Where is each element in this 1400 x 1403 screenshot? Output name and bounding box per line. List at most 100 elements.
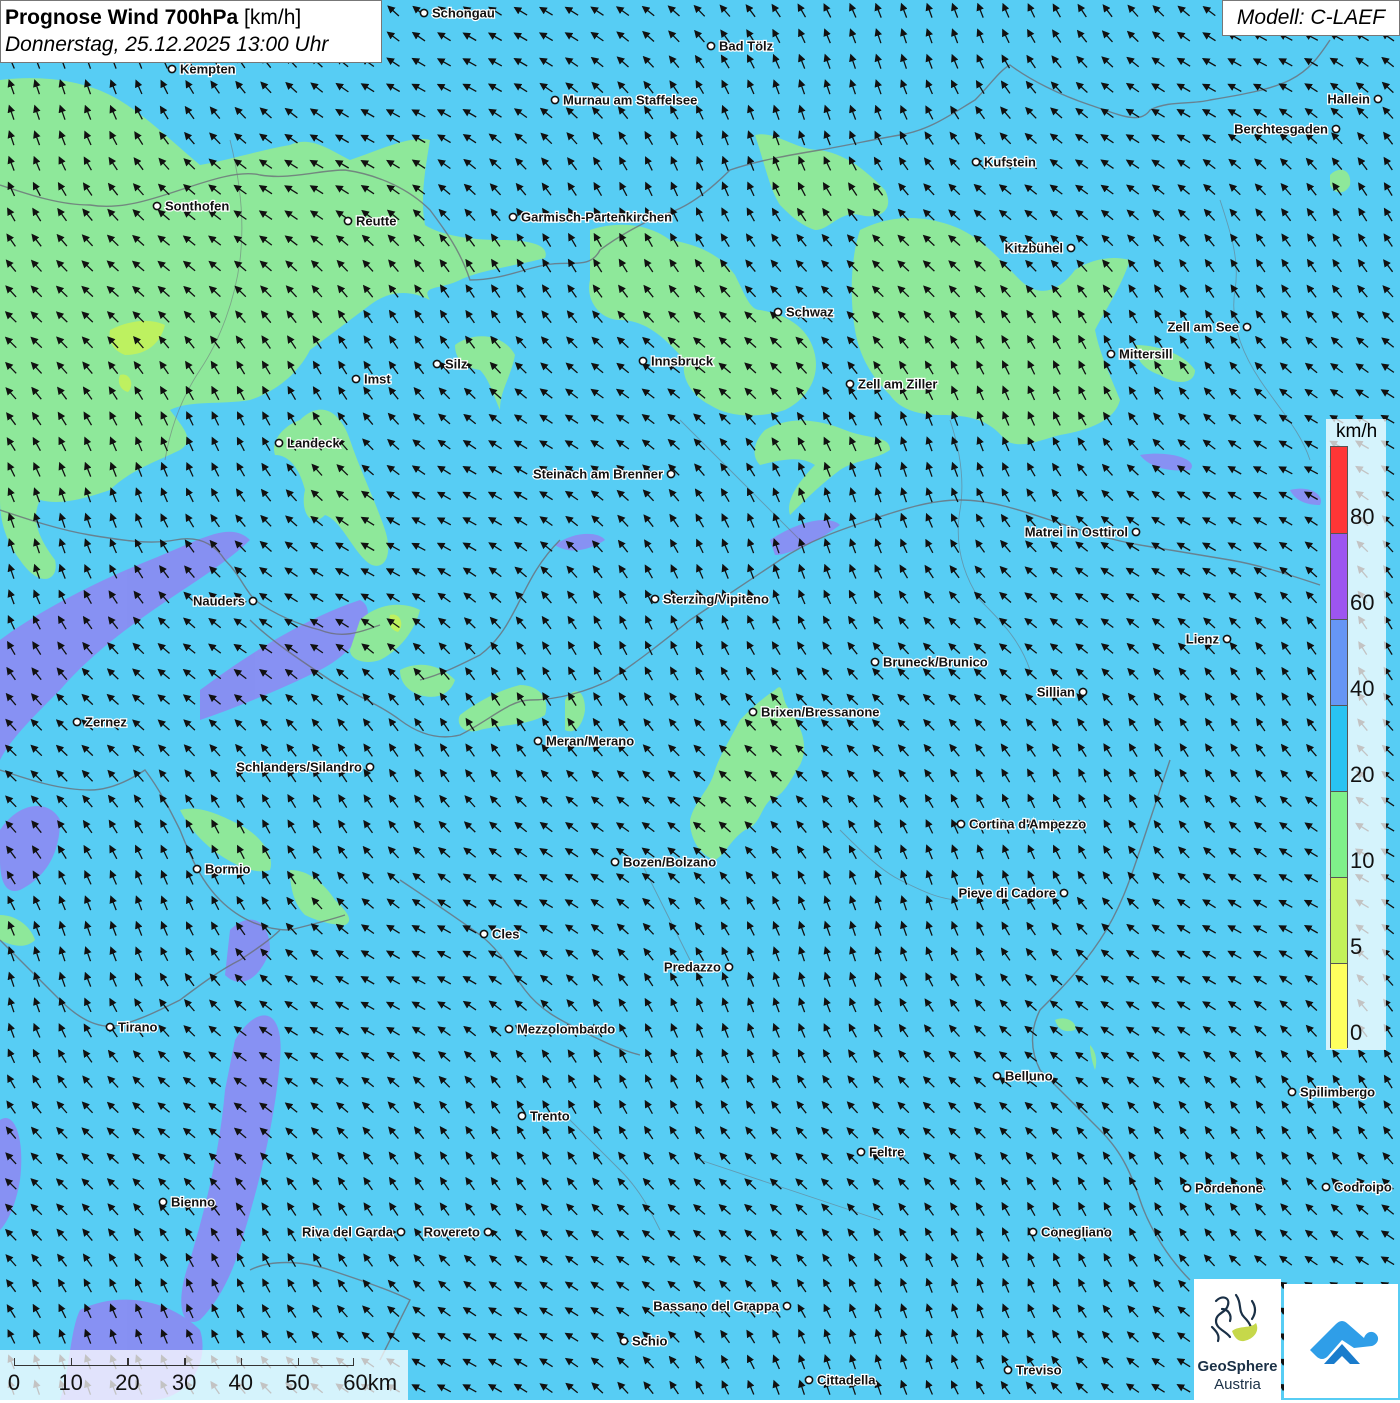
place-zell-am-ziller: Zell am Ziller [845,375,939,393]
place-dot [650,594,660,604]
place-label: Innsbruck [651,354,714,369]
place-label: Steinach am Brenner [533,467,663,482]
legend-unit: km/h [1336,421,1378,442]
place-dot [432,359,442,369]
place-dot [706,41,716,51]
place-garmisch-partenkirchen: Garmisch-Partenkirchen [508,208,673,226]
model-label: Modell: C-LAEF [1222,0,1400,36]
place-dot [619,1336,629,1346]
place-dot [192,864,202,874]
place-label: Nauders [193,594,245,609]
forecast-datetime: Donnerstag, 25.12.2025 13:00 Uhr [5,33,329,56]
place-pordenone: Pordenone [1182,1179,1264,1197]
color-legend: km/h 80 60 40 20 10 5 0 [1326,419,1386,1050]
place-dot [365,762,375,772]
geosphere-name: GeoSphere [1197,1358,1278,1375]
place-dot [274,438,284,448]
place-schongau: Schongau [419,4,496,22]
place-label: Brixen/Bressanone [761,705,880,720]
title-box: Prognose Wind 700hPa [km/h] Donnerstag, … [0,0,382,63]
place-label: Lienz [1186,632,1220,647]
place-label: Feltre [869,1145,904,1160]
place-steinach-am-brenner: Steinach am Brenner [532,465,676,483]
scale-label: 40 [228,1370,254,1395]
place-zell-am-see: Zell am See [1166,318,1252,336]
place-sonthofen: Sonthofen [152,197,231,215]
legend-color-bar [1330,446,1348,1049]
place-dot [1106,349,1116,359]
place-dot [158,1197,168,1207]
place-dot [1059,888,1069,898]
place-label: Sterzing/Vipiteno [663,592,769,607]
legend-class-5 [1331,877,1347,963]
wind-map[interactable]: Schongau Bad Tölz Kempten Murnau am Staffel… [0,0,1400,1400]
place-dot [1182,1183,1192,1193]
place-dot [508,212,518,222]
place-mezzolombardo: Mezzolombardo [504,1020,616,1038]
legend-class-10 [1331,791,1347,877]
place-dot [152,201,162,211]
place-dot [504,1024,514,1034]
place-label: Pordenone [1195,1181,1263,1196]
place-label: Zell am See [1167,320,1239,335]
scale-tick [240,1358,243,1366]
place-label: Imst [364,372,391,387]
scale-tick [70,1358,73,1366]
legend-class-0 [1331,963,1347,1049]
place-label: Schio [632,1334,667,1349]
geosphere-mark-icon [1210,1293,1258,1343]
place-label: Pieve di Cadore [958,886,1056,901]
scale-label: 0 [7,1370,21,1395]
place-dot [992,1071,1002,1081]
place-dot [483,1227,493,1237]
scale-label: 30 [171,1370,197,1395]
place-label: Schongau [432,6,495,21]
legend-label: 5 [1350,934,1363,959]
place-dot [1222,634,1232,644]
place-dot [479,929,489,939]
legend-class-20 [1331,705,1347,791]
place-dot [105,1022,115,1032]
place-dot [1331,124,1341,134]
scale-label: 20 [115,1370,140,1395]
place-label: Schlanders/Silandro [236,760,362,775]
place-murnau-am-staffelsee: Murnau am Staffelsee [550,91,699,109]
place-dot [1373,94,1383,104]
place-label: Belluno [1005,1069,1053,1084]
place-dot [856,1147,866,1157]
legend-class-40 [1331,619,1347,705]
weather-app-logo[interactable] [1284,1284,1398,1398]
place-label: Cortina d'Ampezzo [969,817,1086,832]
place-dot [1078,687,1088,697]
place-label: Hallein [1327,92,1370,107]
place-label: Spilimbergo [1300,1085,1375,1100]
place-label: Sillian [1037,685,1075,700]
place-label: Landeck [287,436,341,451]
place-berchtesgaden: Berchtesgaden [1233,120,1341,138]
place-dot [724,962,734,972]
map-title: Prognose Wind 700hPa [5,6,239,29]
place-label: Schwaz [786,305,834,320]
place-label: Codroipo [1334,1180,1392,1195]
scale-label: 50 [285,1370,310,1395]
place-dot [782,1301,792,1311]
place-label: Rovereto [424,1225,480,1240]
place-dot [1028,1227,1038,1237]
place-label: Sonthofen [165,199,229,214]
place-label: Trento [530,1109,570,1124]
place-label: Garmisch-Partenkirchen [521,210,672,225]
place-dot [1321,1182,1331,1192]
place-label: Berchtesgaden [1234,122,1328,137]
place-dot [870,657,880,667]
place-dot [610,857,620,867]
place-dot [1131,527,1141,537]
place-label: Conegliano [1041,1225,1112,1240]
place-dot [72,717,82,727]
place-label: Reutte [356,214,396,229]
place-bassano-del-grappa: Bassano del Grappa [652,1297,792,1315]
place-dot [533,736,543,746]
scale-tick [297,1358,299,1366]
place-sterzing-vipiteno: Sterzing/Vipiteno [650,590,770,608]
place-dot [971,157,981,167]
geosphere-country: Austria [1214,1376,1261,1393]
